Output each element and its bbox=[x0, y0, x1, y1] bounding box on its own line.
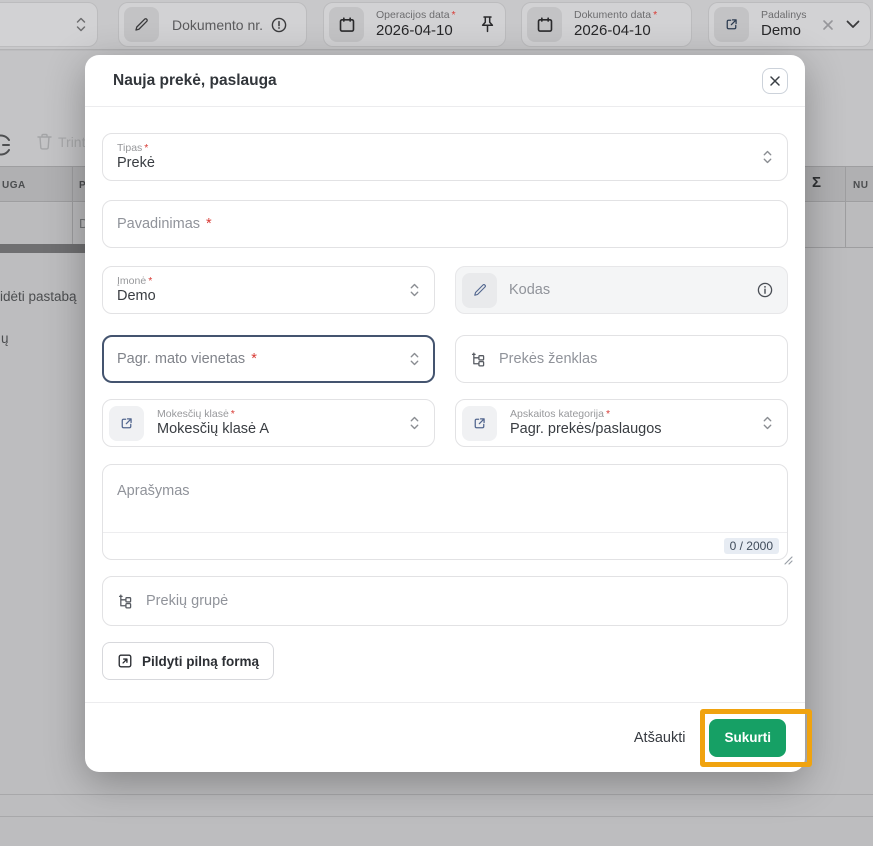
brand-input[interactable]: Prekės ženklas bbox=[455, 335, 788, 383]
type-label: Tipas* bbox=[117, 142, 155, 154]
grid-line bbox=[72, 166, 73, 248]
modal-footer: Atšaukti Sukurti bbox=[85, 702, 805, 772]
full-form-button[interactable]: Pildyti pilną formą bbox=[102, 642, 274, 680]
name-placeholder: Pavadinimas * bbox=[117, 216, 212, 232]
document-date-field[interactable]: Dokumento data* 2026-04-10 bbox=[521, 2, 692, 47]
type-value: Prekė bbox=[117, 155, 155, 172]
document-number-field[interactable]: Dokumento nr. bbox=[118, 2, 307, 47]
grid-line bbox=[845, 166, 846, 248]
company-value: Demo bbox=[117, 288, 156, 305]
tree-icon bbox=[470, 351, 487, 368]
tree-icon bbox=[117, 593, 134, 610]
modal-title: Nauja prekė, paslauga bbox=[113, 72, 277, 90]
char-counter: 0 / 2000 bbox=[724, 538, 779, 554]
close-button[interactable] bbox=[762, 68, 788, 94]
document-type-select[interactable] bbox=[0, 2, 98, 47]
operation-date-field[interactable]: Operacijos data* 2026-04-10 bbox=[323, 2, 506, 47]
accounting-category-value: Pagr. prekės/paslaugos bbox=[510, 421, 662, 438]
chevron-updown-icon bbox=[409, 281, 420, 299]
chevron-updown-icon bbox=[75, 15, 87, 34]
delete-button-label: Trinti bbox=[58, 134, 89, 150]
unit-select[interactable]: Pagr. mato vienetas * bbox=[102, 335, 435, 383]
full-form-button-label: Pildyti pilną formą bbox=[142, 654, 259, 669]
product-group-placeholder: Prekių grupė bbox=[146, 593, 228, 609]
modal-header: Nauja prekė, paslauga bbox=[85, 55, 805, 107]
chevron-updown-icon bbox=[409, 350, 420, 368]
chevron-updown-icon bbox=[762, 148, 773, 166]
calendar-icon bbox=[329, 7, 364, 42]
text-fragment: ų bbox=[1, 331, 9, 346]
document-number-placeholder: Dokumento nr. bbox=[172, 17, 263, 33]
external-link-icon bbox=[714, 7, 749, 42]
warning-icon bbox=[271, 17, 287, 33]
sum-column-header: Σ bbox=[812, 174, 821, 191]
product-group-input[interactable]: Prekių grupė bbox=[102, 576, 788, 626]
operation-date-label: Operacijos data* bbox=[376, 9, 456, 21]
chevron-updown-icon bbox=[409, 414, 420, 432]
brand-placeholder: Prekės ženklas bbox=[499, 351, 597, 367]
description-textarea[interactable]: Aprašymas 0 / 2000 bbox=[102, 464, 788, 560]
expand-icon bbox=[117, 653, 133, 669]
description-placeholder: Aprašymas bbox=[117, 483, 190, 499]
tax-class-select[interactable]: Mokesčių klasė* Mokesčių klasė A bbox=[102, 399, 435, 447]
cancel-button[interactable]: Atšaukti bbox=[634, 730, 686, 746]
document-date-value: 2026-04-10 bbox=[574, 22, 657, 39]
document-toolbar: Dokumento nr. Operacijos data* 2026-04-1… bbox=[0, 0, 873, 50]
tax-class-value: Mokesčių klasė A bbox=[157, 421, 269, 438]
clear-icon[interactable] bbox=[822, 19, 834, 31]
code-placeholder: Kodas bbox=[509, 282, 550, 298]
company-select[interactable]: Įmonė* Demo bbox=[102, 266, 435, 314]
close-icon bbox=[769, 75, 781, 87]
pencil-icon bbox=[462, 273, 497, 308]
row-divider bbox=[0, 794, 873, 795]
column-header: UGA bbox=[2, 180, 26, 191]
department-field[interactable]: Padalinys Demo bbox=[708, 2, 871, 47]
row-divider bbox=[0, 816, 873, 817]
external-link-icon bbox=[462, 406, 497, 441]
code-input[interactable]: Kodas bbox=[455, 266, 788, 314]
submit-button[interactable]: Sukurti bbox=[709, 719, 786, 757]
type-select[interactable]: Tipas* Prekė bbox=[102, 133, 788, 181]
pin-icon[interactable] bbox=[479, 15, 496, 34]
counter-bar: 0 / 2000 bbox=[103, 532, 787, 559]
external-link-icon bbox=[109, 406, 144, 441]
refresh-icon[interactable] bbox=[0, 132, 14, 158]
department-value: Demo bbox=[761, 22, 807, 39]
name-input[interactable]: Pavadinimas * bbox=[102, 200, 788, 248]
modal-body: Tipas* Prekė Pavadinimas * Įmonė* Demo bbox=[85, 107, 805, 702]
operation-date-value: 2026-04-10 bbox=[376, 22, 456, 39]
accounting-category-select[interactable]: Apskaitos kategorija* Pagr. prekės/pasla… bbox=[455, 399, 788, 447]
unit-placeholder: Pagr. mato vienetas * bbox=[117, 351, 257, 367]
pencil-icon bbox=[124, 7, 159, 42]
trash-icon bbox=[37, 133, 52, 150]
document-date-label: Dokumento data* bbox=[574, 9, 657, 21]
chevron-down-icon[interactable] bbox=[846, 20, 860, 29]
delete-button[interactable]: Trinti bbox=[37, 133, 89, 150]
resize-handle-icon[interactable] bbox=[783, 555, 793, 565]
accounting-category-label: Apskaitos kategorija* bbox=[510, 408, 662, 420]
add-note-link[interactable]: idėti pastabą bbox=[0, 289, 77, 304]
column-header: NU bbox=[853, 180, 868, 191]
new-product-modal: Nauja prekė, paslauga Tipas* Prekė Pavad… bbox=[85, 55, 805, 772]
department-label: Padalinys bbox=[761, 9, 807, 21]
company-label: Įmonė* bbox=[117, 275, 156, 287]
calendar-icon bbox=[527, 7, 562, 42]
chevron-updown-icon bbox=[762, 414, 773, 432]
info-icon[interactable] bbox=[757, 282, 773, 298]
tax-class-label: Mokesčių klasė* bbox=[157, 408, 269, 420]
